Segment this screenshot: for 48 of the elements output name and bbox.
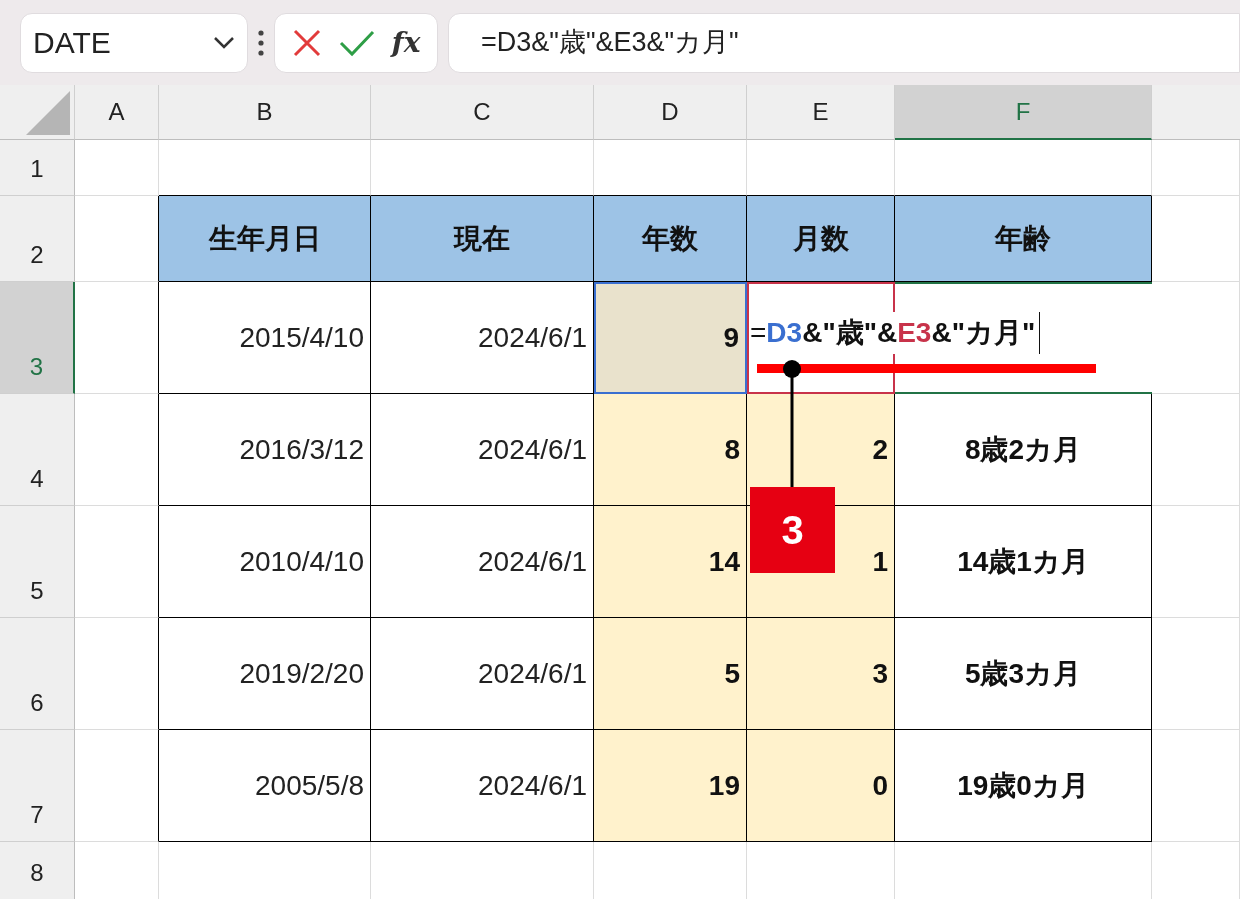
table-cell: 2016/3/12 [159, 394, 371, 506]
table-cell: 19歳0カ月 [895, 730, 1152, 842]
row-header[interactable]: 1 [0, 140, 75, 196]
table-cell: 2010/4/10 [159, 506, 371, 618]
row-header[interactable]: 5 [0, 506, 75, 618]
name-box-value: DATE [33, 25, 111, 61]
cell-editor-text[interactable]: =D3&"歳"&E3&"カ月" [750, 312, 1041, 354]
column-header[interactable]: A [75, 85, 159, 140]
table-cell: 2015/4/10 [159, 282, 371, 394]
table-cell: 9 [594, 282, 747, 394]
row-header[interactable]: 7 [0, 730, 75, 842]
column-header[interactable] [1152, 85, 1240, 140]
table-cell: 5 [594, 618, 747, 730]
table-header: 現在 [371, 196, 594, 282]
formula-text: =D3&"歳"&E3&"カ月" [481, 26, 739, 60]
more-options-icon[interactable] [258, 29, 264, 56]
column-header[interactable]: E [747, 85, 895, 140]
column-header[interactable]: B [159, 85, 371, 140]
check-icon[interactable] [338, 28, 375, 57]
table-cell: 8歳2カ月 [895, 394, 1152, 506]
table-header: 年齢 [895, 196, 1152, 282]
row-header[interactable]: 2 [0, 196, 75, 282]
name-box[interactable]: DATE [20, 12, 248, 73]
table-cell: 0 [747, 730, 895, 842]
cancel-icon[interactable] [291, 27, 322, 58]
table-cell: 19 [594, 730, 747, 842]
chevron-down-icon[interactable] [213, 35, 235, 50]
column-header[interactable]: C [371, 85, 594, 140]
column-header[interactable]: F [895, 85, 1152, 140]
table-cell: 14歳1カ月 [895, 506, 1152, 618]
table-cell: 2019/2/20 [159, 618, 371, 730]
table-header: 月数 [747, 196, 895, 282]
column-header[interactable]: D [594, 85, 747, 140]
insert-function-button[interactable]: fx [391, 21, 421, 64]
row-header[interactable]: 3 [0, 282, 75, 394]
table-cell: 2005/5/8 [159, 730, 371, 842]
table-cell: 8 [594, 394, 747, 506]
table-header: 生年月日 [159, 196, 371, 282]
row-header[interactable]: 4 [0, 394, 75, 506]
select-all-icon[interactable] [26, 91, 70, 135]
table-cell: 3 [747, 618, 895, 730]
table-cell: 5歳3カ月 [895, 618, 1152, 730]
row-header[interactable]: 6 [0, 618, 75, 730]
row-header[interactable]: 8 [0, 842, 75, 899]
step-number-badge: 3 [750, 487, 835, 573]
table-cell: 14 [594, 506, 747, 618]
table-header: 年数 [594, 196, 747, 282]
formula-field[interactable]: =D3&"歳"&E3&"カ月" [448, 12, 1240, 73]
